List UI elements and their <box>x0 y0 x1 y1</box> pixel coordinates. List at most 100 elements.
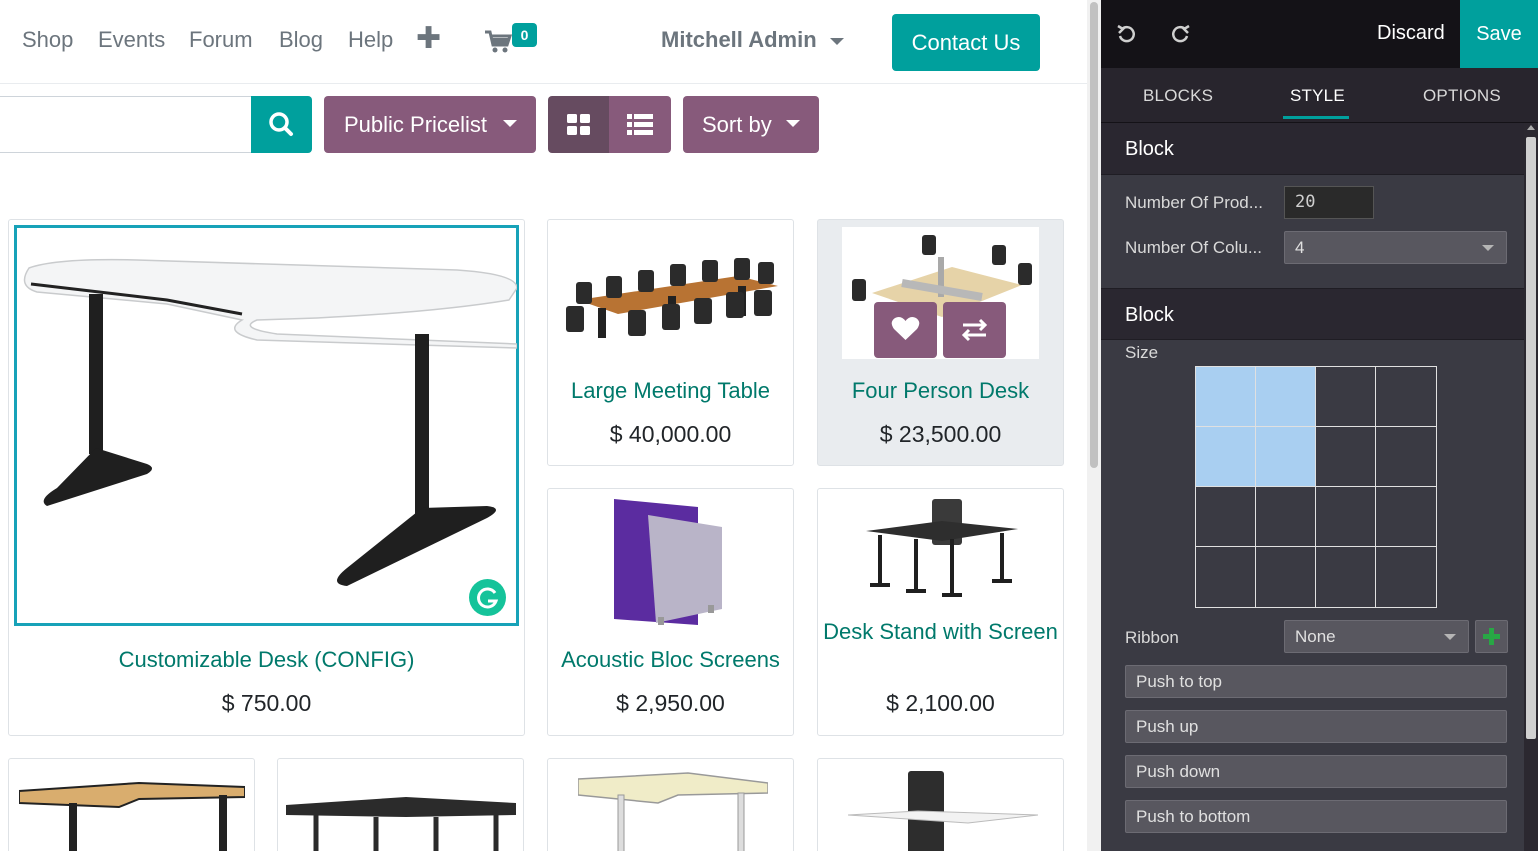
user-menu[interactable]: Mitchell Admin <box>661 27 817 53</box>
search-icon <box>269 112 293 136</box>
product-card-acoustic-bloc-screens[interactable]: Acoustic Bloc Screens $ 2,950.00 <box>547 488 794 736</box>
size-grid-cell[interactable] <box>1256 547 1316 607</box>
number-of-columns-select[interactable]: 4 <box>1284 231 1507 264</box>
product-image-meeting-table <box>566 258 778 338</box>
size-grid-cell[interactable] <box>1256 427 1316 487</box>
product-card-customizable-desk[interactable]: Customizable Desk (CONFIG) $ 750.00 <box>8 219 525 736</box>
product-card-four-person-desk[interactable]: Four Person Desk $ 23,500.00 <box>817 219 1064 466</box>
ribbon-select[interactable]: None <box>1284 620 1469 653</box>
product-image-frame <box>842 227 1039 359</box>
editor-tabs: BLOCKS STYLE OPTIONS <box>1101 68 1538 123</box>
list-icon <box>627 114 653 135</box>
product-card[interactable] <box>277 758 524 851</box>
sort-by-dropdown[interactable]: Sort by <box>683 96 819 153</box>
grid-view-button[interactable] <box>548 96 609 153</box>
undo-icon[interactable] <box>1115 22 1139 46</box>
product-name[interactable]: Acoustic Bloc Screens <box>548 646 793 674</box>
scroll-up-arrow-icon[interactable] <box>1527 125 1535 130</box>
editor-scrollbar-thumb[interactable] <box>1526 137 1536 739</box>
page-scrollbar[interactable] <box>1087 0 1101 851</box>
nav-link-shop[interactable]: Shop <box>22 27 73 53</box>
product-price: $ 2,100.00 <box>886 690 995 716</box>
chevron-down-icon <box>1444 634 1456 640</box>
push-up-button[interactable]: Push up <box>1125 710 1507 743</box>
plus-icon <box>1483 628 1500 645</box>
product-card[interactable] <box>547 758 794 851</box>
push-to-top-button[interactable]: Push to top <box>1125 665 1507 698</box>
editor-options-scroll: Block Number Of Prod... 20 Number Of Col… <box>1101 123 1538 851</box>
size-grid-cell[interactable] <box>1376 487 1436 547</box>
page-scrollbar-thumb[interactable] <box>1090 2 1098 468</box>
product-image-corner-desk <box>19 781 245 851</box>
save-button[interactable]: Save <box>1460 0 1538 68</box>
product-name[interactable]: Desk Stand with Screen <box>818 618 1063 646</box>
contact-us-button[interactable]: Contact Us <box>892 14 1040 71</box>
chevron-down-icon <box>786 120 800 127</box>
discard-button[interactable]: Discard <box>1377 22 1445 45</box>
product-price: $ 750.00 <box>221 690 312 716</box>
size-grid-cell[interactable] <box>1376 427 1436 487</box>
product-name[interactable]: Large Meeting Table <box>548 377 793 405</box>
number-of-products-input[interactable]: 20 <box>1284 186 1374 219</box>
product-card[interactable] <box>817 758 1064 851</box>
website-preview: Shop Events Forum Blog Help ✚ 0 Mitchell… <box>0 0 1087 851</box>
sort-by-label: Sort by <box>702 112 772 137</box>
product-name[interactable]: Four Person Desk <box>818 377 1063 405</box>
nav-link-events[interactable]: Events <box>98 27 165 53</box>
size-grid-cell[interactable] <box>1196 487 1256 547</box>
add-menu-plus-icon[interactable]: ✚ <box>416 24 441 54</box>
add-to-wishlist-button[interactable] <box>874 302 937 358</box>
size-grid[interactable] <box>1195 366 1437 608</box>
grid-icon <box>567 114 590 135</box>
size-grid-cell[interactable] <box>1196 427 1256 487</box>
size-grid-cell[interactable] <box>1316 487 1376 547</box>
number-of-columns-label: Number Of Colu... <box>1125 238 1262 257</box>
size-grid-cell[interactable] <box>1256 367 1316 427</box>
ribbon-value: None <box>1295 627 1336 646</box>
product-price: $ 2,950.00 <box>616 690 725 716</box>
exchange-icon <box>961 318 988 342</box>
cart-count-badge: 0 <box>512 23 537 47</box>
product-card-desk-stand-with-screen[interactable]: Desk Stand with Screen $ 2,100.00 <box>817 488 1064 736</box>
size-grid-cell[interactable] <box>1376 367 1436 427</box>
push-to-bottom-button[interactable]: Push to bottom <box>1125 800 1507 833</box>
top-navbar: Shop Events Forum Blog Help ✚ 0 Mitchell… <box>0 0 1087 84</box>
add-ribbon-button[interactable] <box>1475 620 1508 653</box>
user-menu-caret-icon[interactable] <box>830 38 844 45</box>
product-card-large-meeting-table[interactable]: Large Meeting Table $ 40,000.00 <box>547 219 794 466</box>
cart-icon[interactable] <box>484 28 513 56</box>
size-grid-cell[interactable] <box>1196 547 1256 607</box>
editor-topbar: Discard Save <box>1101 0 1538 68</box>
grammarly-icon[interactable] <box>469 579 506 616</box>
product-card[interactable] <box>8 758 255 851</box>
product-image-desk <box>23 258 517 586</box>
search-button[interactable] <box>251 96 312 153</box>
size-grid-cell[interactable] <box>1256 487 1316 547</box>
tab-style[interactable]: STYLE <box>1290 86 1345 106</box>
product-price: $ 40,000.00 <box>609 421 732 447</box>
size-grid-cell[interactable] <box>1316 427 1376 487</box>
nav-link-blog[interactable]: Blog <box>279 27 323 53</box>
search-input[interactable] <box>0 96 252 153</box>
size-grid-cell[interactable] <box>1316 547 1376 607</box>
push-down-button[interactable]: Push down <box>1125 755 1507 788</box>
nav-link-forum[interactable]: Forum <box>189 27 253 53</box>
list-view-button[interactable] <box>609 96 671 153</box>
chevron-down-icon <box>1482 245 1494 251</box>
size-grid-cell[interactable] <box>1196 367 1256 427</box>
tab-options[interactable]: OPTIONS <box>1423 86 1501 106</box>
pricelist-dropdown[interactable]: Public Pricelist <box>324 96 536 153</box>
tab-blocks[interactable]: BLOCKS <box>1143 86 1213 106</box>
ribbon-label: Ribbon <box>1125 628 1179 647</box>
redo-icon[interactable] <box>1168 22 1192 46</box>
chevron-down-icon <box>503 120 517 127</box>
product-image-desk-stand <box>866 499 1018 597</box>
product-image-black-desk <box>286 797 516 851</box>
product-image-standing-desk <box>848 771 1038 851</box>
editor-scrollbar[interactable] <box>1524 123 1538 851</box>
size-grid-cell[interactable] <box>1316 367 1376 427</box>
nav-link-help[interactable]: Help <box>348 27 393 53</box>
size-grid-cell[interactable] <box>1376 547 1436 607</box>
compare-button[interactable] <box>943 302 1006 358</box>
product-name[interactable]: Customizable Desk (CONFIG) <box>9 646 524 674</box>
